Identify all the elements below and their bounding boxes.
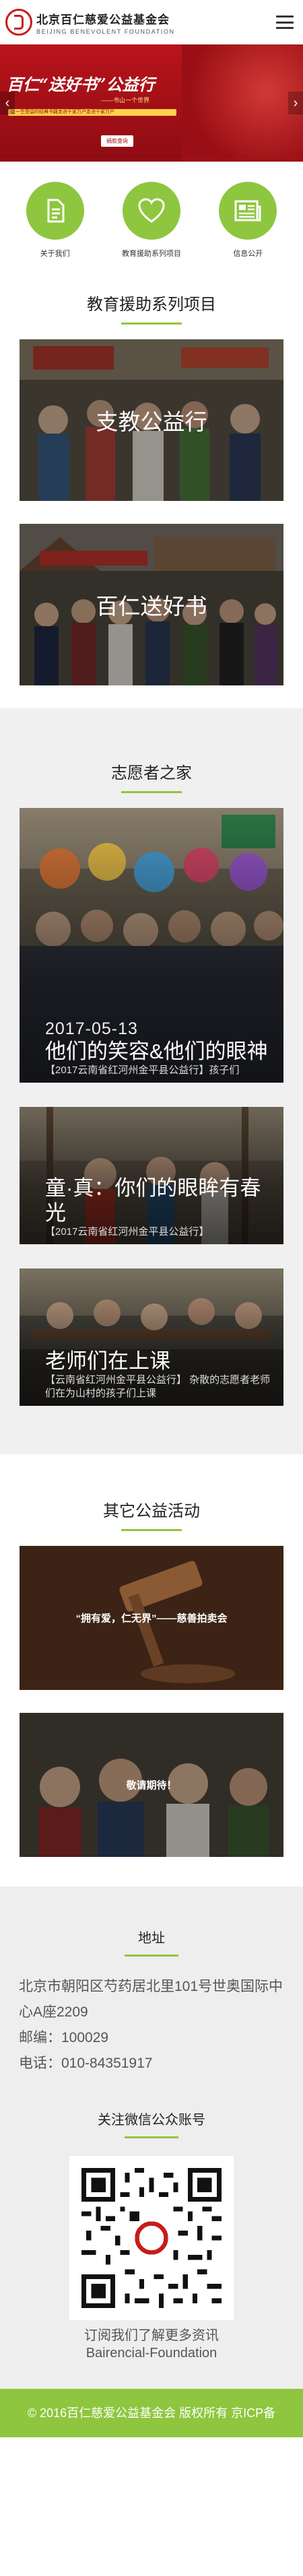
hero-banner[interactable]: 百仁“送好书”公益行 ——书山一个世界 让一生受益的经典书籍走进千家万户走进千家… <box>0 44 303 162</box>
quick-links: 关于我们 教育援助系列项目 信息公开 <box>0 162 303 273</box>
volunteer-section-header: 志愿者之家 <box>0 708 303 808</box>
logo-name-en: BEIJING BENEVOLENT FOUNDATION <box>36 28 175 35</box>
quick-link-label: 信息公开 <box>233 250 263 258</box>
activity-card-text: 敬请期待！ <box>126 1780 177 1792</box>
project-card-title: 百仁送好书 <box>96 594 207 619</box>
education-section-header: 教育援助系列项目 <box>0 273 303 339</box>
heart-icon <box>138 198 165 223</box>
postcode-text: 邮编：100029 <box>19 2030 109 2045</box>
section-title: 志愿者之家 <box>111 764 192 782</box>
chevron-right-icon[interactable]: › <box>288 92 303 114</box>
volunteer-card-desc: 【云南省红河州金平县公益行】 杂散的志愿者老师们在为山村的孩子们上课 <box>45 1374 271 1399</box>
address-title: 地址 <box>138 1931 165 1946</box>
activity-card-text: “拥有爱，仁无界”——慈善拍卖会 <box>75 1613 228 1625</box>
activity-card[interactable]: “拥有爱，仁无界”——慈善拍卖会 <box>20 1546 283 1690</box>
volunteer-card[interactable]: 童·真：你们的眼眸有春光 【2017云南省红河州金平县公益行】 <box>20 1107 283 1244</box>
quick-link-label: 关于我们 <box>40 250 70 258</box>
volunteer-card-title: 老师们在上课 <box>45 1349 170 1373</box>
volunteer-card-desc: 【2017云南省红河州金平县公益行】 <box>45 1226 209 1238</box>
qr-caption-en: Bairencial-Foundation <box>86 2346 217 2361</box>
footer-info: 地址 北京市朝阳区芍药居北里101号世奥国际中心A座2209 邮编：100029… <box>0 1887 303 2389</box>
activities-section-header: 其它公益活动 <box>0 1454 303 1546</box>
qr-caption: 订阅我们了解更多资讯 <box>84 2328 219 2343</box>
volunteer-card-title: 童·真：你们的眼眸有春光 <box>45 1176 261 1225</box>
volunteer-card-title: 他们的笑容&他们的眼神 <box>45 1040 268 1063</box>
project-card-title: 支教公益行 <box>96 409 207 434</box>
wechat-title: 关注微信公众账号 <box>98 2113 205 2128</box>
site-header: 北京百仁慈爱公益基金会 BEIJING BENEVOLENT FOUNDATIO… <box>0 0 303 44</box>
logo-name-cn: 北京百仁慈爱公益基金会 <box>36 13 170 27</box>
quick-link-label: 教育援助系列项目 <box>121 250 181 258</box>
project-card[interactable]: 支教公益行 <box>20 339 283 501</box>
banner-title: 百仁“送好书”公益行 <box>7 75 155 94</box>
volunteer-card[interactable]: 老师们在上课 【云南省红河州金平县公益行】 杂散的志愿者老师们在为山村的孩子们上… <box>20 1268 283 1406</box>
document-icon <box>47 199 65 223</box>
banner-button[interactable]: 捐款查询 <box>101 135 133 147</box>
activities-section: 其它公益活动 “拥有爱，仁无界”——慈善拍卖会 敬请期待！ <box>0 1454 303 1887</box>
volunteer-card-date: 2017-05-13 <box>45 1019 138 1038</box>
section-title: 其它公益活动 <box>103 1502 200 1520</box>
quick-link-info[interactable]: 信息公开 <box>204 182 292 259</box>
activity-card[interactable]: 敬请期待！ <box>20 1713 283 1857</box>
copyright-bar: © 2016百仁慈爱公益基金会 版权所有 京ICP备 <box>0 2389 303 2437</box>
banner-ribbon: 让一生受益的经典书籍走进千家万户走进千家万户 <box>8 109 176 116</box>
hamburger-icon[interactable] <box>276 15 294 29</box>
banner-subtitle: ——书山一个世界 <box>101 97 150 104</box>
volunteer-card[interactable]: 2017-05-13 他们的笑容&他们的眼神 【2017云南省红河州金平县公益行… <box>20 808 283 1083</box>
section-title: 教育援助系列项目 <box>87 296 216 314</box>
site-logo[interactable]: 北京百仁慈爱公益基金会 BEIJING BENEVOLENT FOUNDATIO… <box>5 9 175 36</box>
logo-emblem-icon <box>5 9 32 36</box>
news-icon <box>234 200 261 222</box>
wechat-qr-code <box>69 2156 234 2320</box>
project-card[interactable]: 百仁送好书 <box>20 524 283 685</box>
volunteer-card-desc: 【2017云南省红河州金平县公益行】孩子们 <box>45 1064 240 1076</box>
chevron-left-icon[interactable]: ‹ <box>0 92 15 114</box>
quick-link-about[interactable]: 关于我们 <box>11 182 99 259</box>
volunteer-section: 志愿者之家 2017-05-13 他们的笑容&他们的眼神 【2017云南省红河州… <box>0 708 303 1454</box>
phone-text: 电话：010-84351917 <box>19 2056 153 2071</box>
quick-link-education[interactable]: 教育援助系列项目 <box>108 182 195 259</box>
address-text: 北京市朝阳区芍药居北里101号世奥国际中心A座2209 <box>19 1979 283 2020</box>
